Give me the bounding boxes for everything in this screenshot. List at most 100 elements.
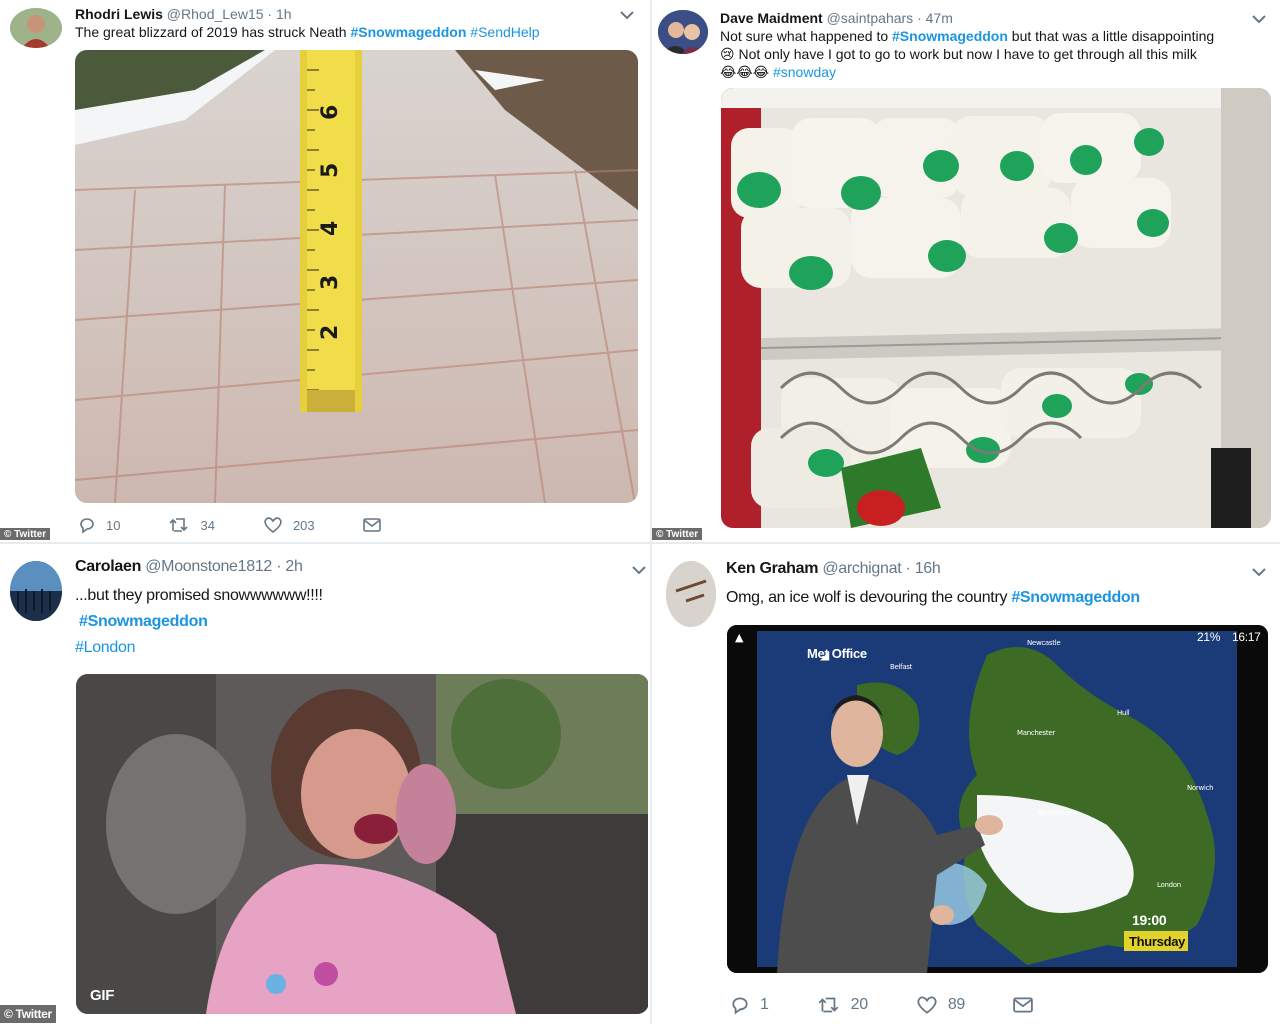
dm-button[interactable] <box>362 517 381 533</box>
tweet-body-2: but that was a little disappointing <box>1007 28 1215 44</box>
map-city-norwich: Norwich <box>1187 784 1213 792</box>
like-button[interactable]: 89 <box>916 995 965 1015</box>
avatar[interactable] <box>10 561 62 621</box>
hashtag-london[interactable]: #London <box>75 635 323 661</box>
snow-path-image: 6 5 4 3 2 <box>75 50 638 503</box>
tweet-video-weather-forecast[interactable]: Belfast Newcastle Manchester Hull Birmin… <box>727 625 1268 973</box>
hashtag-snowmageddon[interactable]: #Snowmageddon <box>1011 589 1140 606</box>
heart-icon <box>264 517 282 534</box>
svg-text:2: 2 <box>318 325 343 340</box>
hashtag-snowmageddon[interactable]: #Snowmageddon <box>75 609 323 635</box>
like-count: 89 <box>947 996 966 1013</box>
weather-map-video: Belfast Newcastle Manchester Hull Birmin… <box>727 625 1268 973</box>
user-name[interactable]: Carolaen <box>75 558 141 575</box>
tweet-photo-snow-path[interactable]: 6 5 4 3 2 <box>75 50 638 503</box>
user-handle[interactable]: @saintpahars <box>827 10 914 26</box>
tweet-card-1[interactable]: Rhodri Lewis @Rhod_Lew15 · 1h The great … <box>0 0 648 540</box>
tweet-body-3: Not only have I got to go to work but no… <box>734 46 1197 62</box>
tweet-photo-fridge-milk[interactable] <box>721 88 1271 528</box>
reply-button[interactable]: 1 <box>730 995 769 1015</box>
user-name[interactable]: Ken Graham <box>726 560 818 577</box>
user-handle[interactable]: @Moonstone1812 <box>145 558 272 575</box>
tweet-text: Not sure what happened to #Snowmageddon … <box>720 27 1276 81</box>
tweet-body: Omg, an ice wolf is devouring the countr… <box>726 589 1012 606</box>
gif-badge: GIF <box>90 987 115 1004</box>
android-status-icon: ▲ <box>735 631 744 644</box>
chevron-down-icon[interactable] <box>618 6 636 24</box>
map-city-belfast: Belfast <box>890 663 913 671</box>
tweet-header: Carolaen @Moonstone1812 · 2h <box>75 558 303 576</box>
tweet-header: Dave Maidment @saintpahars · 47m <box>720 10 953 26</box>
timestamp[interactable]: · 1h <box>264 6 291 22</box>
timestamp[interactable]: · 47m <box>913 10 953 26</box>
met-office-logo: Met Office <box>807 646 867 661</box>
hashtag-snowday[interactable]: #snowday <box>773 64 836 80</box>
timestamp[interactable]: · 16h <box>901 560 941 577</box>
retweet-count: 34 <box>200 517 215 533</box>
tweet-card-3[interactable]: Carolaen @Moonstone1812 · 2h ...but they… <box>0 545 648 1024</box>
svg-text:4: 4 <box>318 221 343 236</box>
tweet-header: Ken Graham @archignat · 16h <box>726 560 941 578</box>
retweet-button[interactable]: 34 <box>168 516 215 534</box>
avatar[interactable] <box>10 8 62 48</box>
envelope-icon <box>1013 997 1033 1013</box>
reply-icon <box>732 997 748 1015</box>
tweet-body: The great blizzard of 2019 has struck Ne… <box>75 24 351 40</box>
map-city-manchester: Manchester <box>1017 729 1055 737</box>
tweet-text: ...but they promised snowwwwww!!!! #Snow… <box>75 583 323 661</box>
tweet-text: The great blizzard of 2019 has struck Ne… <box>75 23 540 41</box>
retweet-icon <box>818 997 838 1013</box>
svg-text:6: 6 <box>318 105 343 120</box>
user-name[interactable]: Rhodri Lewis <box>75 6 163 22</box>
heart-icon <box>917 996 937 1014</box>
map-city-birmingham: Birmingham <box>1037 809 1077 817</box>
avatar[interactable] <box>658 10 708 54</box>
forecast-day: Thursday <box>1129 934 1186 949</box>
tweet-card-4[interactable]: Ken Graham @archignat · 16h Omg, an ice … <box>652 545 1280 1024</box>
chevron-down-icon[interactable] <box>1250 10 1268 28</box>
avatar[interactable] <box>666 561 716 627</box>
sad-emoji: 😢 <box>720 46 735 62</box>
tweet-actions: 1 20 89 <box>730 995 1081 1015</box>
chevron-down-icon[interactable] <box>1250 563 1268 581</box>
reply-button[interactable]: 10 <box>78 516 120 534</box>
timestamp[interactable]: · 2h <box>272 558 303 575</box>
tweet-body-1: Not sure what happened to <box>720 28 893 44</box>
tweet-body: ...but they promised snowwwwww!!!! <box>75 587 323 604</box>
user-handle[interactable]: @archignat <box>822 560 901 577</box>
crying-girl-gif <box>76 674 648 1014</box>
reply-count: 1 <box>760 996 769 1013</box>
retweet-count: 20 <box>850 996 869 1013</box>
forecast-time: 19:00 <box>1132 912 1167 928</box>
divider-horizontal <box>0 542 1280 544</box>
status-clock: 16:17 <box>1232 630 1261 644</box>
map-city-newcastle: Newcastle <box>1027 639 1060 647</box>
user-name[interactable]: Dave Maidment <box>720 10 823 26</box>
map-city-london: London <box>1157 881 1181 889</box>
svg-text:3: 3 <box>318 275 343 290</box>
retweet-button[interactable]: 20 <box>817 995 868 1015</box>
like-count: 203 <box>292 517 315 533</box>
chevron-down-icon[interactable] <box>630 561 648 579</box>
map-city-hull: Hull <box>1117 709 1130 717</box>
user-handle[interactable]: @Rhod_Lew15 <box>167 6 264 22</box>
dm-button[interactable] <box>1013 996 1033 1014</box>
battery-percent: 21% <box>1197 630 1221 644</box>
reply-icon <box>80 518 94 534</box>
collage: Rhodri Lewis @Rhod_Lew15 · 1h The great … <box>0 0 1280 1024</box>
hashtag-sendhelp[interactable]: #SendHelp <box>470 24 539 40</box>
envelope-icon <box>362 518 381 532</box>
reply-count: 10 <box>106 517 121 533</box>
hashtag-snowmageddon[interactable]: #Snowmageddon <box>350 24 466 40</box>
tweet-card-2[interactable]: Dave Maidment @saintpahars · 47m Not sur… <box>652 0 1280 540</box>
like-button[interactable]: 203 <box>263 516 315 534</box>
hashtag-snowmageddon[interactable]: #Snowmageddon <box>892 28 1008 44</box>
laugh-emoji: 😂😂😂 <box>720 64 770 80</box>
tweet-header: Rhodri Lewis @Rhod_Lew15 · 1h <box>75 6 292 22</box>
retweet-icon <box>169 518 189 532</box>
twitter-credit: © Twitter <box>0 1005 56 1023</box>
svg-text:5: 5 <box>318 163 343 178</box>
fridge-milk-image <box>721 88 1271 528</box>
tweet-actions: 10 34 203 <box>78 516 429 534</box>
tweet-gif-crying-girl[interactable]: GIF <box>76 674 648 1014</box>
